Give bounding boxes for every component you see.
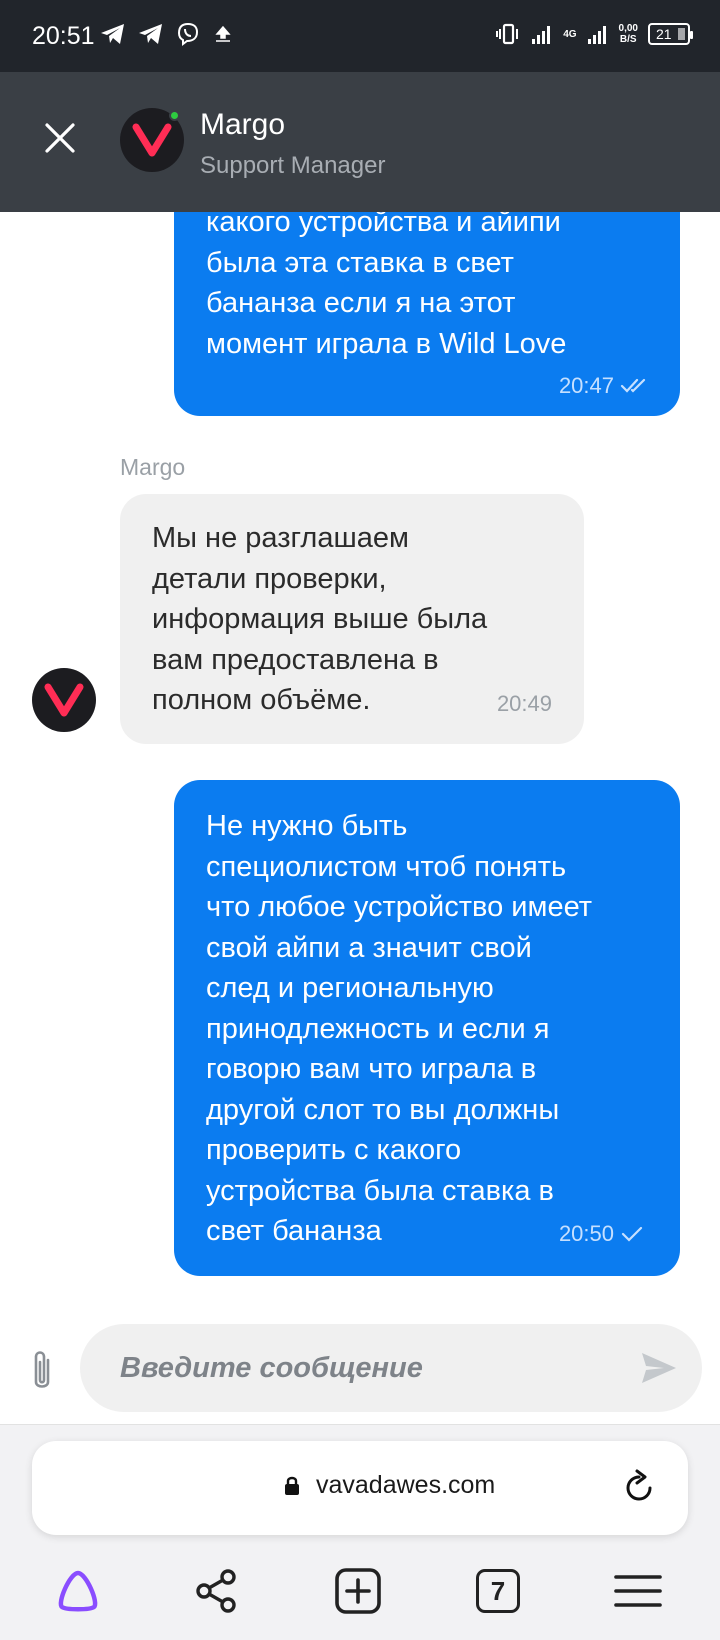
tab-counter: 7 [476,1569,520,1613]
message-line: специолистом чтоб понять [206,850,567,883]
message-line: принодлежность и если я [206,1012,550,1045]
status-time: 20:51 [32,22,95,50]
message-line: устройства была ставка в [206,1174,554,1207]
message-line: что любое устройство имеет [206,891,593,923]
telegram-icon [139,24,162,44]
message-line: другой слот то вы должны [206,1093,560,1126]
online-status-dot [169,110,180,121]
contact-avatar-front[interactable] [120,108,184,172]
avatar-logo-icon [44,683,84,717]
message-time: 20:50 [558,1220,614,1246]
message-line: свой айпи а значит свой [206,931,532,964]
chat-header-front: Margo Support Manager [0,72,720,212]
message-line: бананза если я на этот [206,287,516,319]
message-line: детали проверки, [152,562,387,595]
status-right: 4G 0,00 B/S 21 [495,22,693,46]
vibrate-icon [496,23,519,45]
message-line: вам предоставлена в [152,643,439,676]
new-tab-button[interactable] [332,1565,384,1617]
message-line: момент играла в Wild Love [206,327,567,360]
message-composer [0,1318,720,1418]
message-line: след и региональную [206,972,494,1004]
lock-icon [285,1476,299,1495]
share-icon [196,1569,236,1613]
send-icon[interactable] [640,1350,678,1386]
message-time: 20:47 [558,372,614,398]
message-line: говорю вам что играла в [206,1053,537,1085]
network-type: 4G [563,28,577,40]
alice-assistant-icon [58,1570,98,1612]
message-meta: 20:49 [497,684,552,725]
menu-button[interactable] [612,1565,664,1617]
tabs-button[interactable]: 7 [472,1565,524,1617]
message-line: Не нужно быть [206,810,408,842]
close-icon[interactable] [40,118,80,158]
plus-square-icon [335,1568,381,1614]
share-button[interactable] [190,1565,242,1617]
incoming-message[interactable]: Мы не разглашаем детали проверки, информ… [120,494,584,744]
notification-icons [100,22,234,46]
browser-nav: 7 [0,1565,720,1625]
sender-avatar [32,668,96,732]
battery-indicator: 21 [648,23,693,45]
message-meta: 20:50 [559,1214,644,1255]
browser-toolbar: vavadawes.com 7 [0,1424,720,1640]
message-sender: Margo [120,454,186,480]
tabs-count: 7 [490,1575,506,1606]
url-text: vavadawes.com [316,1471,496,1499]
message-line: проверить с какого [206,1134,462,1166]
avatar-logo-icon [132,123,172,157]
upload-icon [215,25,231,42]
message-line: информация выше была [152,603,488,635]
outgoing-message[interactable]: Не нужно быть специолистом чтоб понять ч… [174,780,680,1276]
message-input[interactable] [80,1324,702,1412]
url-display[interactable]: vavadawes.com [284,1471,495,1500]
assistant-button[interactable] [52,1565,104,1617]
status-bar: 20:51 4G 0,00 B/S 21 [0,0,720,72]
network-speed: 0,00 B/S [618,23,638,45]
message-meta: 20:47 [559,366,650,407]
address-bar[interactable]: vavadawes.com [32,1441,688,1535]
double-check-icon [620,378,646,393]
hamburger-menu-icon [614,1575,662,1607]
contact-role: Support Manager [200,152,386,179]
message-line: Мы не разглашаем [152,522,409,554]
viber-icon [177,22,199,46]
message-time: 20:49 [496,690,552,716]
attach-icon[interactable] [24,1348,60,1394]
signal-icon [587,26,606,44]
signal-icon [532,26,551,44]
reload-icon[interactable] [620,1469,658,1507]
message-line: была эта ставка в свет [206,246,514,279]
telegram-icon [101,24,124,44]
check-icon [621,1226,643,1242]
contact-name: Margo [200,108,286,141]
